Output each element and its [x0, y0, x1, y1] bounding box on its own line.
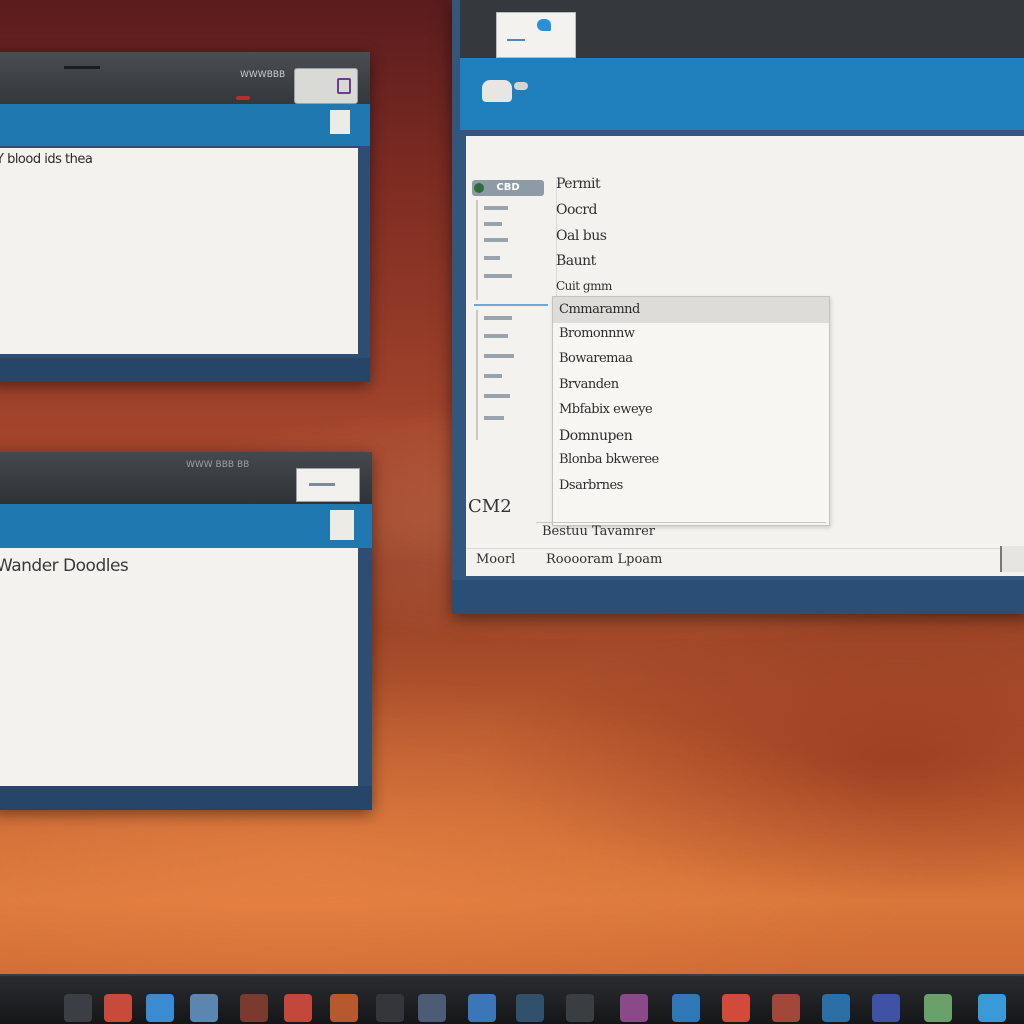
dropdown-item[interactable]: Bromonnnw [553, 321, 829, 347]
content-pane: CBD CM2 Permit Oocrd Oal bus Baunt Cuit … [466, 136, 1024, 576]
dropdown-item[interactable]: Blonba bkweree [553, 447, 829, 473]
sidebar-entry[interactable] [484, 374, 502, 378]
sidebar-entry[interactable] [484, 274, 512, 278]
window-right[interactable]: CBD CM2 Permit Oocrd Oal bus Baunt Cuit … [452, 0, 1024, 614]
menu-item[interactable]: Baunt [556, 253, 596, 269]
title-caption: WWWBBB [240, 70, 286, 80]
status-bar: Bestuu Tavamrer Moorl Rooooram Lpoam [466, 516, 1024, 576]
taskbar [0, 974, 1024, 1024]
toolbar-button[interactable] [294, 68, 358, 104]
dropdown-item[interactable]: Mbfabix eweye [553, 397, 829, 423]
music-icon[interactable] [240, 994, 268, 1022]
sidebar-badge-label: CBD [496, 182, 520, 193]
toolbar-bar-icon [309, 483, 335, 486]
sidebar-entry[interactable] [484, 238, 508, 242]
network-icon[interactable] [822, 994, 850, 1022]
close-indicator[interactable] [236, 96, 250, 100]
app-logo-icon [482, 80, 512, 102]
panel-tab[interactable] [330, 510, 354, 540]
trash-icon[interactable] [978, 994, 1006, 1022]
chrome-icon[interactable] [722, 994, 750, 1022]
toolbar-band [460, 58, 1024, 130]
toolbar-button[interactable] [296, 468, 360, 502]
bird-icon [537, 19, 551, 31]
sidebar-entry[interactable] [484, 316, 512, 320]
store-icon[interactable] [620, 994, 648, 1022]
notes-icon[interactable] [376, 994, 404, 1022]
dropdown-menu[interactable]: Cmmaramnd Bromonnnw Bowaremaa Brvanden M… [552, 296, 830, 526]
sidebar-entry[interactable] [484, 416, 504, 420]
menu-item[interactable]: Oocrd [556, 202, 597, 218]
content-heading: Wander Doodles [0, 556, 129, 576]
panel-tab[interactable] [330, 110, 350, 134]
window-frame [452, 580, 1024, 614]
menu-item[interactable]: Cuit gmm [556, 279, 612, 293]
preview-icon[interactable] [468, 994, 496, 1022]
status-dot-icon [474, 183, 484, 193]
dropdown-item[interactable]: Cmmaramnd [553, 297, 829, 323]
menu-item[interactable]: Oal bus [556, 228, 607, 244]
mail-icon[interactable] [190, 994, 218, 1022]
status-top-label: Bestuu Tavamrer [542, 524, 655, 539]
dropdown-item[interactable]: Domnupen [553, 423, 829, 449]
app-logo-tip [514, 82, 528, 90]
twitter-tab[interactable] [496, 12, 576, 58]
disc-icon[interactable] [872, 994, 900, 1022]
launch-icon[interactable] [924, 994, 952, 1022]
photos-icon[interactable] [284, 994, 312, 1022]
sidebar-group [476, 200, 548, 300]
sidebar-selection [474, 304, 548, 306]
window-frame [0, 786, 372, 810]
dropdown-item[interactable]: Bowaremaa [553, 346, 829, 372]
status-divider [536, 522, 826, 523]
scroll-handle[interactable] [1000, 546, 1024, 572]
sidebar-badge[interactable]: CBD [472, 180, 544, 196]
status-divider [466, 548, 1024, 549]
title-bar[interactable] [460, 0, 1024, 58]
window-bottom-left[interactable]: WWW BBB BB Wander Doodles [0, 452, 372, 810]
sidebar-footer: CM2 [468, 496, 512, 517]
toolbar-band [0, 104, 370, 146]
toolbar-band [0, 504, 372, 548]
title-bar[interactable]: WWWBBB [0, 52, 370, 104]
maps-icon[interactable] [672, 994, 700, 1022]
dropdown-item[interactable]: Brvanden [553, 372, 829, 398]
tab-line [507, 39, 525, 41]
sidebar-entry[interactable] [484, 256, 500, 260]
sidebar-entry[interactable] [484, 394, 510, 398]
app-icon[interactable] [104, 994, 132, 1022]
content-pane: Wander Doodles [0, 548, 358, 786]
sidebar-entry[interactable] [484, 354, 514, 358]
title-dash [64, 66, 100, 69]
status-left-label: Moorl [476, 552, 516, 567]
calendar-icon[interactable] [330, 994, 358, 1022]
sidebar-entry[interactable] [484, 222, 502, 226]
safari-icon[interactable] [146, 994, 174, 1022]
sidebar-group [476, 310, 548, 440]
camera-icon[interactable] [772, 994, 800, 1022]
title-caption: WWW BBB BB [186, 460, 250, 470]
dropdown-item[interactable]: Dsarbrnes [553, 473, 829, 499]
settings-icon[interactable] [516, 994, 544, 1022]
window-top-left[interactable]: WWWBBB Y blood ids thea [0, 52, 370, 382]
content-pane: Y blood ids thea [0, 148, 358, 354]
menu-item[interactable]: Permit [556, 176, 601, 192]
status-right-label: Rooooram Lpoam [546, 552, 663, 567]
window-frame [0, 358, 370, 382]
document-icon [337, 78, 351, 94]
globe-icon[interactable] [566, 994, 594, 1022]
sidebar-entry[interactable] [484, 334, 508, 338]
content-heading: Y blood ids thea [0, 152, 93, 167]
terminal-icon[interactable] [418, 994, 446, 1022]
finder-icon[interactable] [64, 994, 92, 1022]
sidebar-entry[interactable] [484, 206, 508, 210]
title-bar[interactable]: WWW BBB BB [0, 452, 372, 504]
